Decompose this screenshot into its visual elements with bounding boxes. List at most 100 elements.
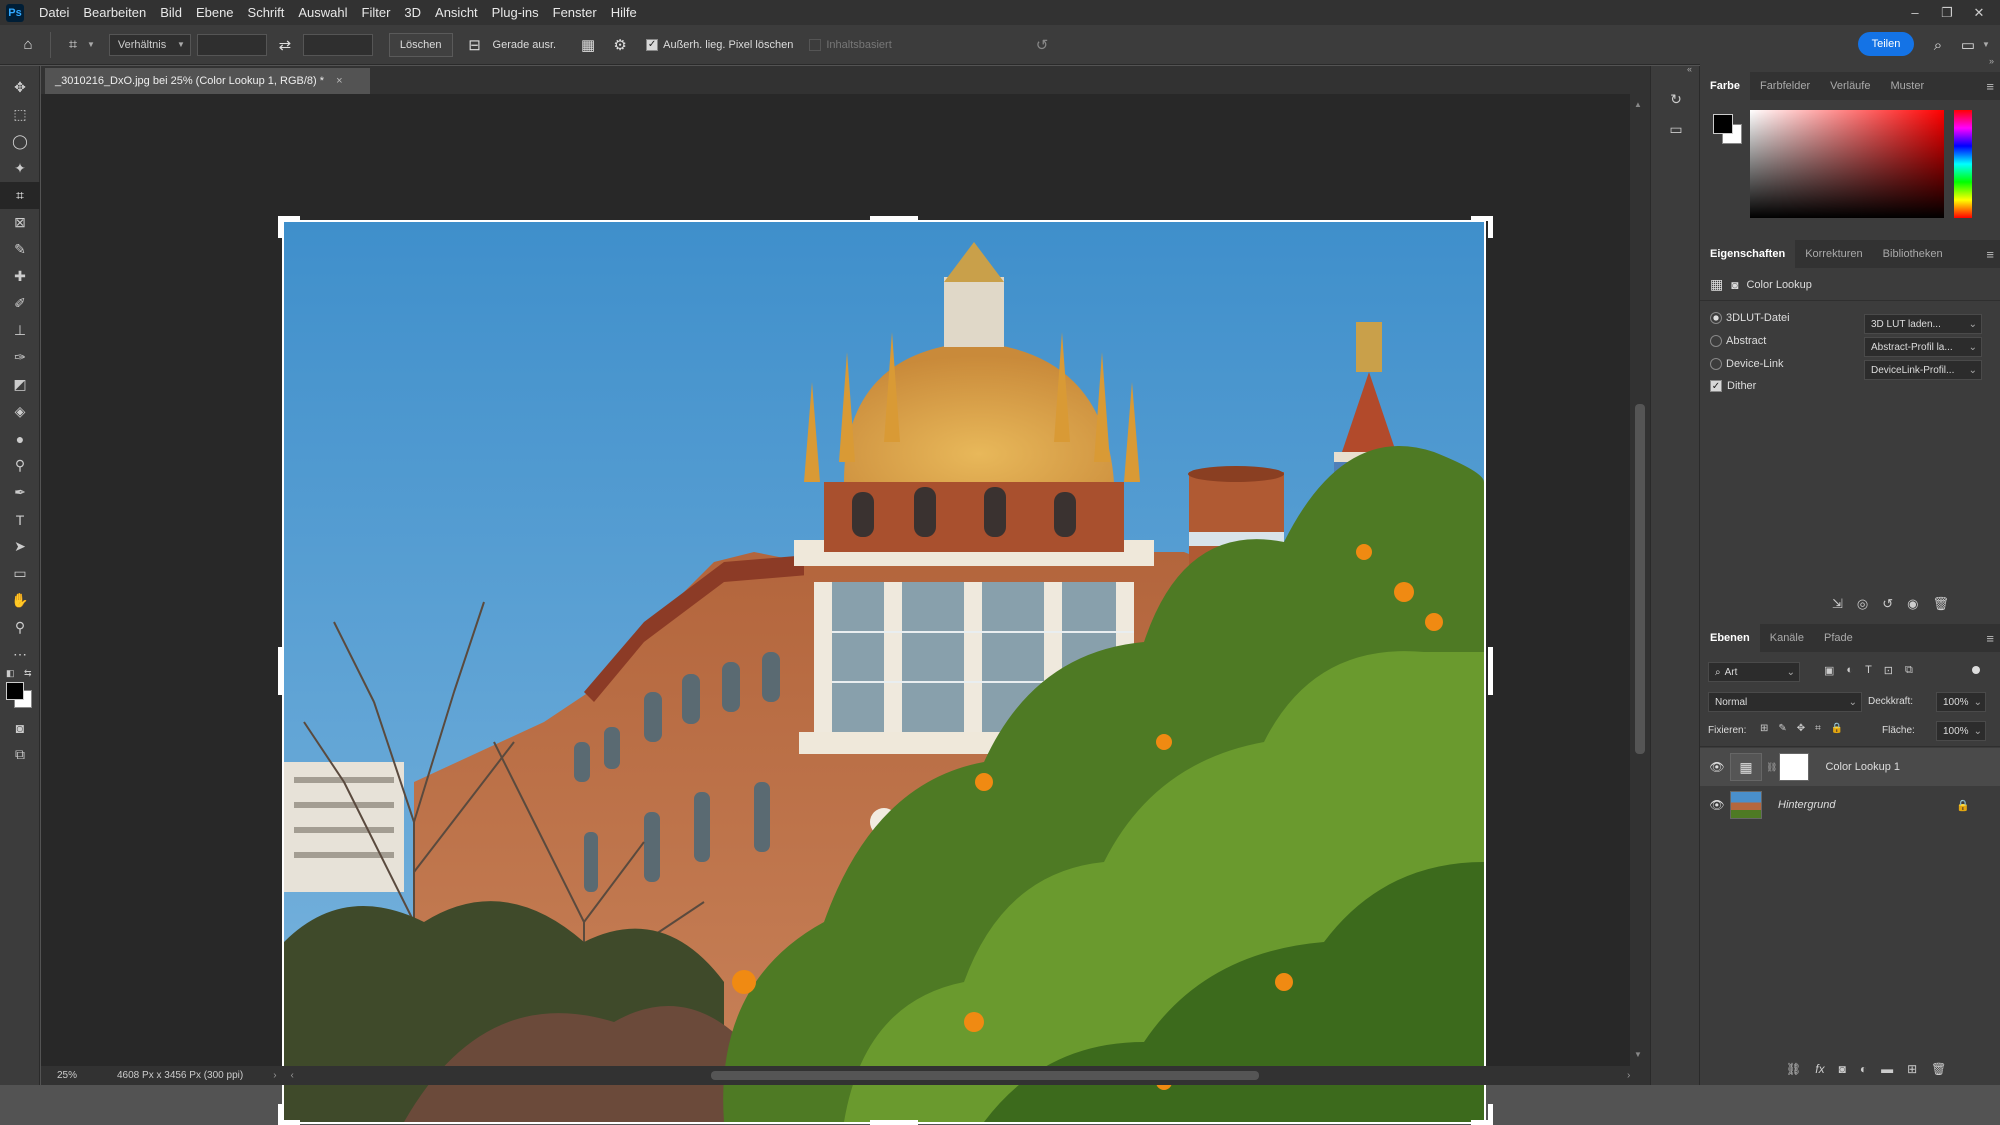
screen-mode-icon[interactable]: ⧉ [0,741,40,768]
blur-tool-icon[interactable]: ● [0,425,40,452]
menu-bild[interactable]: Bild [153,5,189,20]
frame-tool-icon[interactable]: ⊠ [0,209,40,236]
menu-ansicht[interactable]: Ansicht [428,5,485,20]
filter-type-icon[interactable]: T [1865,664,1872,677]
swap-icon[interactable]: ⇄ [271,31,299,59]
straighten-label[interactable]: Gerade ausr. [493,39,557,51]
blend-mode-select[interactable]: Normal ⌄ [1708,692,1862,712]
tab-bibliotheken[interactable]: Bibliotheken [1873,240,1953,268]
crop-handle-left[interactable] [278,647,283,695]
foreground-color-swatch[interactable] [6,682,24,700]
filter-shape-icon[interactable]: ⊡ [1884,664,1893,677]
view-previous-icon[interactable]: ◎ [1857,596,1868,612]
tab-farbe[interactable]: Farbe [1700,72,1750,100]
tab-korrekturen[interactable]: Korrekturen [1795,240,1872,268]
dither-checkbox[interactable]: ✓ Dither [1710,380,1756,392]
zoom-level[interactable]: 25% [57,1070,107,1081]
tab-pfade[interactable]: Pfade [1814,624,1863,652]
brush-tool-icon[interactable]: ✐ [0,290,40,317]
chevron-down-icon[interactable]: ▼ [1982,40,1990,49]
new-layer-icon[interactable]: ⊞ [1907,1062,1917,1076]
document-image[interactable] [282,220,1486,1124]
lut-file-dropdown[interactable]: 3D LUT laden... ⌄ [1864,314,1982,334]
chevron-down-icon[interactable]: ▼ [87,40,95,49]
restore-button[interactable]: ❐ [1932,0,1962,25]
default-colors-icon[interactable]: ◧ [6,668,15,679]
tab-eigenschaften[interactable]: Eigenschaften [1700,240,1796,268]
toggle-visibility-icon[interactable]: ◉ [1907,596,1918,612]
lock-transparent-icon[interactable]: ⊞ [1760,723,1768,734]
trash-icon[interactable]: 🗑 [1931,1062,1946,1076]
crop-handle-top-left-v[interactable] [278,216,283,238]
delete-cropped-checkbox[interactable]: ✓ Außerh. lieg. Pixel löschen [646,38,793,51]
hue-slider[interactable] [1954,110,1972,218]
search-icon[interactable]: ⌕ [1924,31,1952,59]
clone-stamp-tool-icon[interactable]: ⊥ [0,317,40,344]
rectangle-tool-icon[interactable]: ▭ [0,560,40,587]
lock-all-icon[interactable]: 🔒 [1831,723,1843,734]
menu-bearbeiten[interactable]: Bearbeiten [76,5,153,20]
layer-name[interactable]: Color Lookup 1 [1825,761,1900,773]
menu-ebene[interactable]: Ebene [189,5,241,20]
workspace-icon[interactable]: ▭ [1954,31,1982,59]
hand-tool-icon[interactable]: ✋ [0,587,40,614]
path-selection-tool-icon[interactable]: ➤ [0,533,40,560]
pen-tool-icon[interactable]: ✒ [0,479,40,506]
filter-smart-icon[interactable]: ⧉ [1905,664,1913,677]
close-window-button[interactable]: ✕ [1964,0,1994,25]
color-swatches[interactable]: ◧ ⇆ [0,668,39,714]
reset-adjustment-icon[interactable]: ↺ [1882,596,1893,612]
eyedropper-tool-icon[interactable]: ✎ [0,236,40,263]
menu-3d[interactable]: 3D [397,5,428,20]
new-group-icon[interactable]: ▬ [1881,1062,1893,1076]
comments-panel-icon[interactable]: ▭ [1651,114,1701,144]
collapse-dock-icon[interactable]: » [1989,56,1994,66]
scroll-up-icon[interactable]: ▲ [1634,100,1642,109]
tab-ebenen[interactable]: Ebenen [1700,624,1760,652]
clear-button[interactable]: Löschen [388,32,453,57]
lasso-tool-icon[interactable]: ◯ [0,128,40,155]
abstract-dropdown[interactable]: Abstract-Profil la... ⌄ [1864,337,1982,357]
tab-kanaele[interactable]: Kanäle [1760,624,1814,652]
ratio-select[interactable]: Verhältnis ▼ [108,33,191,56]
zoom-tool-icon[interactable]: ⚲ [0,614,40,641]
tab-farbfelder[interactable]: Farbfelder [1750,72,1820,100]
share-button[interactable]: Teilen [1858,32,1914,56]
move-tool-icon[interactable]: ✥ [0,74,40,101]
lut-file-option[interactable]: 3DLUT-Datei [1710,312,1790,324]
lock-image-icon[interactable]: ✎ [1778,723,1786,734]
document-tab[interactable]: _3010216_DxO.jpg bei 25% (Color Lookup 1… [45,68,370,94]
type-tool-icon[interactable]: T [0,506,40,533]
link-icon[interactable]: ⛓ [1766,762,1777,773]
panel-foreground-swatch[interactable] [1713,114,1733,134]
crop-handle-right[interactable] [1488,647,1493,695]
menu-datei[interactable]: Datei [32,5,76,20]
crop-tool-icon[interactable]: ⌗ [0,182,40,209]
crop-handle-top-right-v[interactable] [1488,216,1493,238]
panel-menu-icon[interactable]: ≡ [1986,247,1994,262]
panel-menu-icon[interactable]: ≡ [1986,79,1994,94]
opacity-input[interactable]: 100% ⌄ [1936,692,1986,712]
grid-overlay-icon[interactable]: ▦ [574,31,602,59]
dodge-tool-icon[interactable]: ⚲ [0,452,40,479]
menu-filter[interactable]: Filter [355,5,398,20]
abstract-option[interactable]: Abstract [1710,335,1766,347]
menu-hilfe[interactable]: Hilfe [604,5,644,20]
reset-icon[interactable]: ↺ [1028,31,1056,59]
trash-icon[interactable]: 🗑 [1933,596,1950,612]
layer-row-hintergrund[interactable]: 👁 Hintergrund 🔒 [1700,786,2000,824]
menu-fenster[interactable]: Fenster [546,5,604,20]
menu-auswahl[interactable]: Auswahl [291,5,354,20]
history-panel-icon[interactable]: ↻ [1651,84,1701,114]
new-adjustment-icon[interactable]: ◐ [1860,1062,1867,1076]
tab-verlaeufe[interactable]: Verläufe [1820,72,1880,100]
quick-mask-icon[interactable]: ◙ [0,714,40,741]
crop-handle-bottom-right-v[interactable] [1488,1104,1493,1125]
tab-muster[interactable]: Muster [1880,72,1934,100]
mask-icon[interactable]: ◙ [1731,278,1738,292]
color-picker-field[interactable] [1750,110,1944,218]
fill-input[interactable]: 100% ⌄ [1936,721,1986,741]
filter-toggle-icon[interactable] [1972,666,1980,674]
paint-bucket-tool-icon[interactable]: ◈ [0,398,40,425]
more-tools-icon[interactable]: ⋯ [0,641,40,668]
